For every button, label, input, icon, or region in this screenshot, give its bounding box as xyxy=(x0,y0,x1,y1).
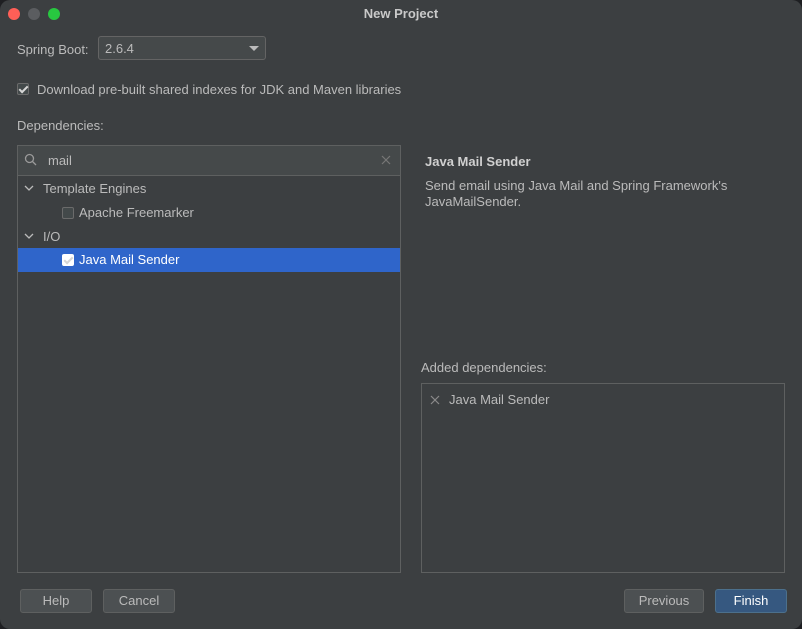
apache-freemarker-checkbox[interactable] xyxy=(62,207,74,219)
tree-group-template-engines[interactable]: Template Engines xyxy=(18,177,400,201)
chevron-down-icon xyxy=(249,46,259,51)
added-dependencies-label: Added dependencies: xyxy=(421,360,547,375)
dependency-detail-description: Send email using Java Mail and Spring Fr… xyxy=(425,178,728,209)
finish-button[interactable]: Finish xyxy=(715,589,787,613)
new-project-dialog: New Project Spring Boot: 2.6.4 Download … xyxy=(0,0,802,629)
spring-boot-label: Spring Boot: xyxy=(17,42,89,57)
dependency-detail-title: Java Mail Sender xyxy=(425,154,531,169)
tree-group-label: I/O xyxy=(43,229,61,244)
dependencies-panel: mail Template Engines Apache Freemarker … xyxy=(17,145,401,573)
cancel-button[interactable]: Cancel xyxy=(103,589,175,613)
title-bar: New Project xyxy=(0,0,802,28)
chevron-down-icon[interactable] xyxy=(24,231,34,241)
clear-search-icon[interactable] xyxy=(380,154,392,166)
spring-boot-version-select[interactable]: 2.6.4 xyxy=(98,36,266,60)
added-dependency-item: Java Mail Sender xyxy=(430,392,770,410)
tree-item-label: Java Mail Sender xyxy=(79,252,180,267)
dependency-search-input[interactable]: mail xyxy=(48,153,72,168)
tree-group-label: Template Engines xyxy=(43,181,147,196)
download-indexes-checkbox[interactable] xyxy=(17,83,29,95)
help-button[interactable]: Help xyxy=(20,589,92,613)
tree-item-label: Apache Freemarker xyxy=(79,205,194,220)
download-indexes-label: Download pre-built shared indexes for JD… xyxy=(37,82,402,97)
previous-button[interactable]: Previous xyxy=(624,589,704,613)
java-mail-sender-checkbox[interactable] xyxy=(62,254,74,266)
added-dependency-label: Java Mail Sender xyxy=(449,392,550,407)
chevron-down-icon[interactable] xyxy=(24,183,34,193)
tree-group-io[interactable]: I/O xyxy=(18,225,400,249)
tree-item-java-mail-sender[interactable]: Java Mail Sender xyxy=(18,248,400,272)
dependencies-label: Dependencies: xyxy=(17,118,104,133)
added-dependencies-panel: Java Mail Sender xyxy=(421,383,785,573)
tree-item-apache-freemarker[interactable]: Apache Freemarker xyxy=(18,201,400,225)
remove-icon[interactable] xyxy=(430,395,440,405)
spring-boot-version-value: 2.6.4 xyxy=(105,41,134,56)
search-icon xyxy=(24,153,37,166)
dependency-search-bar[interactable]: mail xyxy=(18,146,400,176)
window-title: New Project xyxy=(363,6,439,21)
